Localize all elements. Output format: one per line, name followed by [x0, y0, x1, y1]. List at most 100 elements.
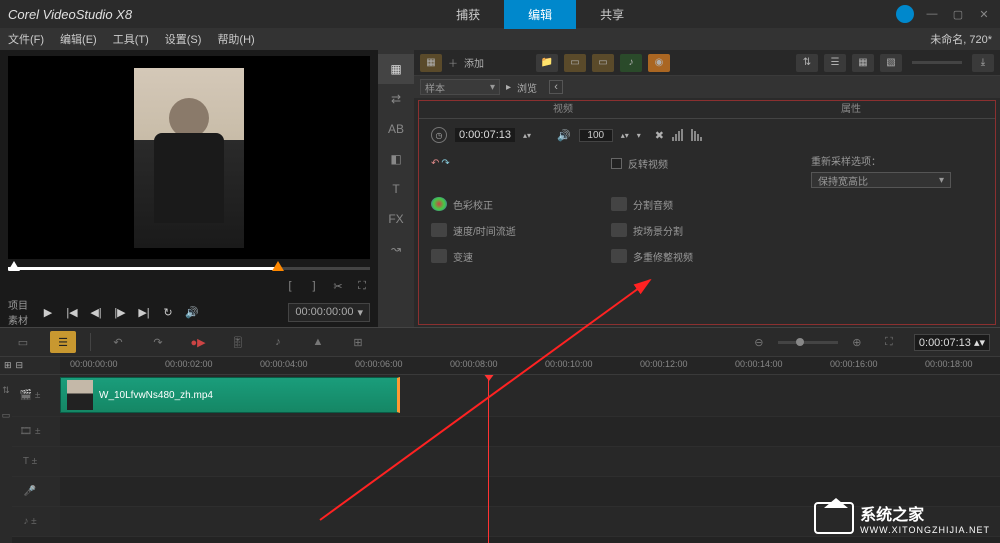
split-icon[interactable]: ✂: [330, 278, 346, 294]
menu-file[interactable]: 文件(F): [8, 31, 44, 47]
filter-category-icon[interactable]: FX: [378, 204, 414, 234]
filter-photo-icon[interactable]: ▭: [592, 54, 614, 72]
ruler-tick: 00:00:04:00: [260, 359, 308, 369]
mute-icon[interactable]: ✖: [655, 129, 664, 142]
ruler-btn2-icon[interactable]: ⊟: [16, 360, 24, 371]
options-toggle-icon[interactable]: ▧: [880, 54, 902, 72]
add-label[interactable]: 添加: [464, 55, 484, 70]
menu-edit[interactable]: 编辑(E): [60, 31, 97, 47]
trim-end-handle[interactable]: [272, 261, 284, 271]
prev-frame-button[interactable]: ◀|: [86, 302, 106, 322]
maximize-button[interactable]: ▢: [950, 6, 966, 22]
chapter-icon[interactable]: ⊞: [345, 331, 371, 353]
fit-icon[interactable]: ⛶: [876, 331, 902, 353]
minimize-button[interactable]: —: [924, 6, 940, 22]
track-tools-icon[interactable]: ⇅: [2, 385, 10, 396]
rotate-left-button[interactable]: ↶↷: [431, 153, 601, 173]
multi-trim-button[interactable]: 多重修整视频: [611, 246, 801, 266]
ruler-btn1-icon[interactable]: ⊞: [4, 360, 12, 371]
options-panel: 视频 属性 ◷ 0:00:07:13▴▾ 🔊 ▴▾ ▾ ✖: [418, 100, 996, 325]
sample-dropdown[interactable]: 样本▾: [420, 79, 500, 95]
volume-button[interactable]: 🔊: [182, 302, 202, 322]
import-icon[interactable]: ⤓: [972, 54, 994, 72]
folder-all-icon[interactable]: ▦: [420, 54, 442, 72]
project-name: 未命名, 720*: [930, 31, 992, 47]
preview-viewport[interactable]: [8, 56, 370, 259]
menu-settings[interactable]: 设置(S): [165, 31, 202, 47]
expand-icon[interactable]: ⛶: [354, 278, 370, 294]
undo-icon[interactable]: ↶: [105, 331, 131, 353]
app-title: Corel VideoStudio X8: [8, 7, 132, 22]
strobe-button[interactable]: 变速: [431, 246, 601, 266]
trim-start-handle[interactable]: [8, 261, 20, 271]
volume-input[interactable]: [579, 129, 613, 142]
fadein-icon[interactable]: [672, 129, 683, 141]
scene-split-button[interactable]: 按场景分割: [611, 220, 801, 240]
menu-help[interactable]: 帮助(H): [217, 31, 254, 47]
timeline-ruler[interactable]: ⊞ ⊟ 00:00:00:00 00:00:02:00 00:00:04:00 …: [0, 357, 1000, 375]
tab-capture[interactable]: 捕获: [432, 0, 504, 29]
open-folder-icon[interactable]: 📁: [536, 54, 558, 72]
marker-icon[interactable]: ▲: [305, 331, 331, 353]
watermark-text: 系统之家: [860, 507, 924, 524]
media-category-icon[interactable]: ▦: [378, 54, 414, 84]
options-tab-video[interactable]: 视频: [419, 101, 707, 118]
split-audio-button[interactable]: 分割音频: [611, 194, 801, 214]
view-grid-icon[interactable]: ▦: [852, 54, 874, 72]
mark-out-icon[interactable]: ]: [306, 278, 322, 294]
video-track: 🎬 ± W_10LfvwNs480_zh.mp4: [0, 375, 1000, 417]
filter-audio-icon[interactable]: ♪: [620, 54, 642, 72]
resample-dropdown[interactable]: 保持宽高比▾: [811, 172, 951, 188]
title-category-icon[interactable]: AB: [378, 114, 414, 144]
color-correction-button[interactable]: 色彩校正: [431, 194, 601, 214]
filter-video-icon[interactable]: ▭: [564, 54, 586, 72]
options-tab-attr[interactable]: 属性: [707, 101, 995, 118]
source-tab-clip[interactable]: 素材: [8, 312, 28, 327]
browse-label[interactable]: 浏览: [517, 80, 537, 95]
close-button[interactable]: ✕: [976, 6, 992, 22]
source-tab-project[interactable]: 项目: [8, 297, 28, 312]
zoom-slider[interactable]: [778, 341, 838, 344]
timeline-timecode[interactable]: 0:00:07:13 ▴▾: [914, 334, 990, 351]
globe-icon[interactable]: [896, 5, 914, 23]
zoom-in-icon[interactable]: ⊕: [844, 331, 870, 353]
fadeout-icon[interactable]: [691, 129, 702, 141]
ruler-tick: 00:00:02:00: [165, 359, 213, 369]
play-button[interactable]: ▶: [38, 302, 58, 322]
go-start-button[interactable]: |◀: [62, 302, 82, 322]
transition-category-icon[interactable]: ⇄: [378, 84, 414, 114]
mark-in-icon[interactable]: [: [282, 278, 298, 294]
filter-disc-icon[interactable]: ◉: [648, 54, 670, 72]
timeline-toolbar: ▭ ☰ ↶ ↷ ●▶ 🎚 ♪ ▲ ⊞ ⊖ ⊕ ⛶ 0:00:07:13 ▴▾: [0, 327, 1000, 357]
record-icon[interactable]: ●▶: [185, 331, 211, 353]
go-end-button[interactable]: ▶|: [134, 302, 154, 322]
menu-tools[interactable]: 工具(T): [113, 31, 149, 47]
reverse-checkbox[interactable]: 反转视频: [611, 153, 801, 173]
library-area: ▦ ＋ 添加 📁 ▭ ▭ ♪ ◉ ⇅ ☰ ▦ ▧ ⤓ 样本▾ ▸ 浏览: [414, 50, 1000, 327]
tab-edit[interactable]: 编辑: [504, 0, 576, 29]
storyboard-view-icon[interactable]: ▭: [10, 331, 36, 353]
next-frame-button[interactable]: |▶: [110, 302, 130, 322]
preview-scrubber[interactable]: [8, 261, 370, 275]
clip-duration[interactable]: 0:00:07:13: [455, 128, 515, 142]
view-list-icon[interactable]: ☰: [824, 54, 846, 72]
path-category-icon[interactable]: ↝: [378, 234, 414, 264]
video-clip[interactable]: W_10LfvwNs480_zh.mp4: [60, 377, 400, 413]
mixer-icon[interactable]: 🎚: [225, 331, 251, 353]
auto-music-icon[interactable]: ♪: [265, 331, 291, 353]
zoom-out-icon[interactable]: ⊖: [746, 331, 772, 353]
thumb-size-slider[interactable]: [912, 61, 962, 64]
timeline-view-icon[interactable]: ☰: [50, 331, 76, 353]
preview-panel: [ ] ✂ ⛶ 项目 素材 ▶ |◀ ◀| |▶ ▶| ↻ 🔊 00:00:00…: [0, 50, 378, 327]
loop-button[interactable]: ↻: [158, 302, 178, 322]
redo-icon[interactable]: ↷: [145, 331, 171, 353]
preview-timecode[interactable]: 00:00:00:00▾: [288, 303, 370, 322]
speed-button[interactable]: 速度/时间流逝: [431, 220, 601, 240]
text-category-icon[interactable]: T: [378, 174, 414, 204]
track-lock-icon[interactable]: ▭: [2, 410, 11, 421]
graphic-category-icon[interactable]: ◧: [378, 144, 414, 174]
playhead-handle[interactable]: [483, 375, 495, 381]
tab-share[interactable]: 共享: [576, 0, 648, 29]
collapse-icon[interactable]: ‹: [549, 80, 563, 94]
sort-icon[interactable]: ⇅: [796, 54, 818, 72]
